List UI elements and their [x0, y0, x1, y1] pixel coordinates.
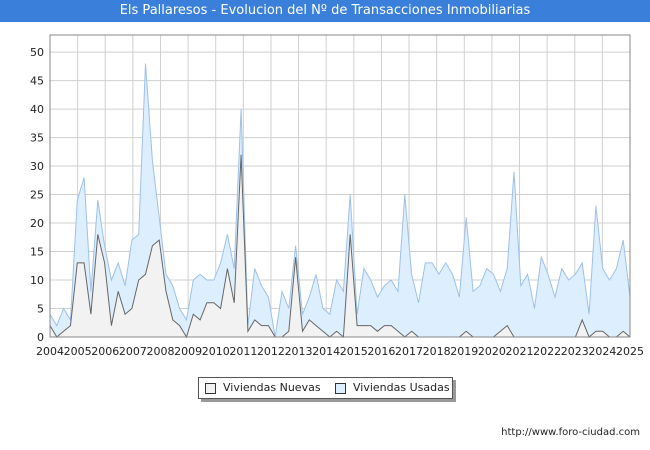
x-tick-label: 2022: [533, 345, 561, 358]
x-tick-label: 2025: [616, 345, 644, 358]
y-tick-label: 0: [37, 331, 44, 344]
x-tick-label: 2017: [395, 345, 423, 358]
footer-url: http://www.foro-ciudad.com: [501, 427, 640, 438]
x-tick-label: 2015: [340, 345, 368, 358]
x-tick-label: 2021: [506, 345, 534, 358]
y-tick-label: 10: [30, 274, 44, 287]
x-tick-label: 2023: [561, 345, 589, 358]
x-tick-label: 2004: [36, 345, 64, 358]
legend-swatch-nuevas: [205, 383, 216, 394]
legend: Viviendas Nuevas Viviendas Usadas: [198, 377, 453, 399]
y-tick-label: 15: [30, 246, 44, 259]
y-tick-label: 50: [30, 46, 44, 59]
y-tick-label: 40: [30, 103, 44, 116]
y-tick-label: 45: [30, 75, 44, 88]
legend-label-usadas: Viviendas Usadas: [353, 381, 450, 394]
y-tick-label: 20: [30, 217, 44, 230]
y-tick-label: 25: [30, 189, 44, 202]
x-tick-label: 2018: [423, 345, 451, 358]
x-tick-label: 2010: [202, 345, 230, 358]
x-tick-label: 2014: [312, 345, 340, 358]
x-tick-label: 2011: [229, 345, 257, 358]
x-tick-label: 2008: [146, 345, 174, 358]
x-tick-label: 2013: [285, 345, 313, 358]
x-tick-label: 2020: [478, 345, 506, 358]
y-tick-label: 5: [37, 303, 44, 316]
legend-swatch-usadas: [335, 383, 346, 394]
x-tick-label: 2019: [450, 345, 478, 358]
x-tick-label: 2009: [174, 345, 202, 358]
y-tick-label: 35: [30, 132, 44, 145]
x-tick-label: 2012: [257, 345, 285, 358]
x-tick-label: 2016: [367, 345, 395, 358]
y-tick-label: 30: [30, 160, 44, 173]
x-tick-label: 2005: [64, 345, 92, 358]
x-tick-label: 2024: [588, 345, 616, 358]
x-tick-label: 2006: [91, 345, 119, 358]
legend-label-nuevas: Viviendas Nuevas: [223, 381, 321, 394]
x-tick-label: 2007: [119, 345, 147, 358]
